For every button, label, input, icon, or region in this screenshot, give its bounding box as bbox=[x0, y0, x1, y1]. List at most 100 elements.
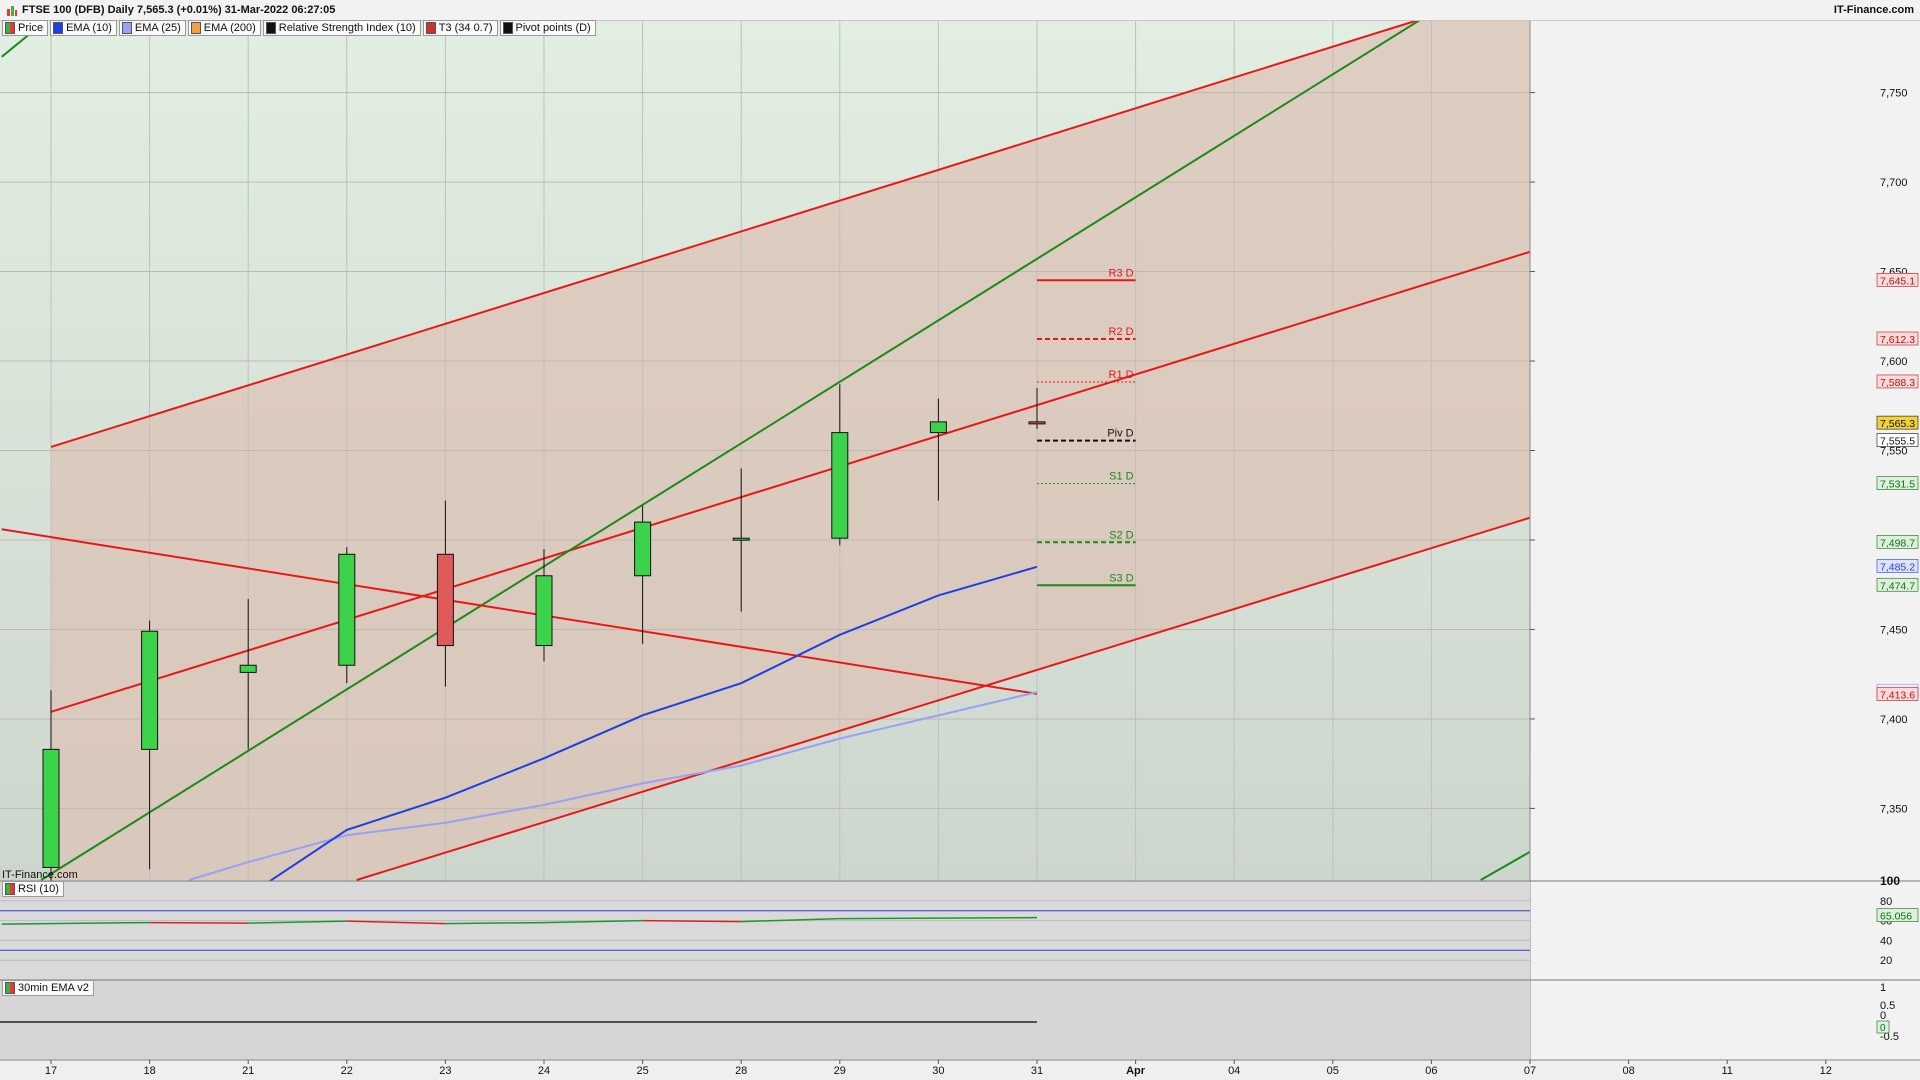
price-tag-label: 7,612.3 bbox=[1880, 334, 1915, 346]
pivot-label: R3 D bbox=[1109, 267, 1134, 279]
candle-body bbox=[535, 575, 553, 647]
x-tick-label: 29 bbox=[834, 1065, 846, 1077]
ema30-tick-label: 0 bbox=[1880, 1010, 1886, 1022]
rsi-line-segment bbox=[642, 919, 742, 923]
legend-swatch-icon bbox=[502, 22, 513, 34]
ema30-panel-label[interactable]: 30min EMA v2 bbox=[2, 980, 94, 996]
ema30-tick-label: 1 bbox=[1880, 982, 1886, 994]
y-tick-label: 7,750 bbox=[1880, 88, 1908, 100]
y-tick-label: 7,600 bbox=[1880, 356, 1908, 368]
pivot-label: R1 D bbox=[1109, 369, 1134, 381]
legend-swatch-icon bbox=[190, 22, 201, 34]
candle-body bbox=[831, 432, 849, 539]
legend-label: Price bbox=[18, 22, 44, 34]
x-tick-label: Apr bbox=[1126, 1065, 1146, 1077]
x-tick-label: 11 bbox=[1721, 1065, 1732, 1077]
legend-label: EMA (10) bbox=[66, 22, 112, 34]
price-tag-label: 7,498.7 bbox=[1880, 537, 1915, 549]
x-tick-label: 04 bbox=[1228, 1065, 1240, 1077]
ema30-panel-label-text: 30min EMA v2 bbox=[18, 982, 89, 994]
y-tick-label: 7,450 bbox=[1880, 624, 1908, 636]
pivot-label: S2 D bbox=[1109, 529, 1134, 541]
candle-body bbox=[338, 553, 356, 666]
rsi-swatch-icon bbox=[5, 883, 15, 895]
chart-title-bar: FTSE 100 (DFB) Daily 7,565.3 (+0.01%) 31… bbox=[0, 0, 1920, 21]
candle-body bbox=[1028, 421, 1046, 425]
price-tag-label: 7,555.5 bbox=[1880, 436, 1915, 448]
candle-body bbox=[929, 421, 947, 434]
pivot-label: S1 D bbox=[1109, 471, 1134, 483]
watermark: IT-Finance.com bbox=[2, 869, 78, 881]
rsi-value-label: 65.056 bbox=[1880, 911, 1912, 923]
price-tag-label: 7,413.6 bbox=[1880, 690, 1915, 702]
rsi-tick-label: 80 bbox=[1880, 896, 1892, 908]
price-axis-background bbox=[1530, 21, 1920, 1060]
ema30-swatch-icon bbox=[5, 982, 15, 994]
candle-body bbox=[634, 521, 652, 577]
legend-label: EMA (200) bbox=[203, 22, 256, 34]
x-tick-label: 25 bbox=[636, 1065, 648, 1077]
price-tag-label: 7,531.5 bbox=[1880, 479, 1915, 491]
rsi-panel-label-text: RSI (10) bbox=[18, 883, 59, 895]
pivot-label: Piv D bbox=[1107, 428, 1133, 440]
rsi-tick-label: 100 bbox=[1880, 874, 1900, 888]
x-tick-label: 05 bbox=[1327, 1065, 1339, 1077]
rsi-line-segment bbox=[445, 921, 545, 925]
legend-label: T3 (34 0.7) bbox=[438, 22, 493, 34]
legend-swatch-icon bbox=[121, 22, 132, 34]
legend-label: Pivot points (D) bbox=[515, 22, 591, 34]
x-tick-label: 24 bbox=[538, 1065, 550, 1077]
chart-canvas[interactable]: R3 D R2 D R1 D Piv D S1 D S2 D S3 D 7,350 7,400 7… bbox=[0, 0, 1920, 1080]
price-tag-label: 7,645.1 bbox=[1880, 275, 1915, 287]
y-tick-label: 7,400 bbox=[1880, 714, 1908, 726]
x-tick-label: 17 bbox=[45, 1065, 57, 1077]
legend-label: Relative Strength Index (10) bbox=[278, 22, 416, 34]
x-tick-label: 31 bbox=[1031, 1065, 1043, 1077]
x-tick-label: 22 bbox=[341, 1065, 353, 1077]
legend-item-pivot-points-d[interactable]: Pivot points (D) bbox=[499, 20, 596, 36]
x-tick-label: 07 bbox=[1524, 1065, 1536, 1077]
x-tick-label: 18 bbox=[143, 1065, 155, 1077]
legend-swatch-icon bbox=[425, 22, 436, 34]
brand-label: IT-Finance.com bbox=[1833, 4, 1914, 16]
x-tick-label: 23 bbox=[439, 1065, 451, 1077]
ema30-value-label: 0 bbox=[1880, 1023, 1886, 1034]
y-tick-label: 7,700 bbox=[1880, 177, 1908, 189]
legend-item-t3-34-0-7[interactable]: T3 (34 0.7) bbox=[422, 20, 498, 36]
legend-swatch-icon bbox=[265, 22, 276, 34]
app-logo-icon bbox=[6, 4, 18, 16]
rsi-tick-label: 40 bbox=[1880, 935, 1892, 947]
price-tag-label: 7,485.2 bbox=[1880, 561, 1915, 573]
legend-swatch-icon bbox=[53, 22, 64, 34]
x-tick-label: 06 bbox=[1425, 1065, 1437, 1077]
rsi-panel-background bbox=[0, 881, 1530, 980]
legend-swatch-icon bbox=[5, 22, 15, 34]
rsi-tick-label: 20 bbox=[1880, 955, 1892, 967]
x-tick-label: 30 bbox=[932, 1065, 944, 1077]
legend-item-ema-10[interactable]: EMA (10) bbox=[50, 20, 117, 36]
y-tick-label: 7,350 bbox=[1880, 803, 1908, 815]
price-tag-label: 7,474.7 bbox=[1880, 580, 1915, 592]
candle-body bbox=[732, 537, 750, 541]
candle-body bbox=[42, 748, 60, 868]
pivot-label: R2 D bbox=[1109, 326, 1134, 338]
candle-body bbox=[436, 553, 454, 647]
candle-body bbox=[141, 630, 159, 750]
price-tag-label: 7,588.3 bbox=[1880, 377, 1915, 389]
chart-title: FTSE 100 (DFB) Daily 7,565.3 (+0.01%) 31… bbox=[22, 4, 336, 16]
rsi-panel-label[interactable]: RSI (10) bbox=[2, 881, 64, 897]
legend-item-ema-200[interactable]: EMA (200) bbox=[187, 20, 261, 36]
ema30-panel-background bbox=[0, 980, 1530, 1060]
legend-item-ema-25[interactable]: EMA (25) bbox=[118, 20, 186, 36]
legend-item-relative-strength-index-10[interactable]: Relative Strength Index (10) bbox=[262, 20, 421, 36]
legend-item-price[interactable]: Price bbox=[2, 20, 49, 36]
legend-label: EMA (25) bbox=[134, 22, 181, 34]
price-tag-label: 7,565.3 bbox=[1880, 418, 1915, 430]
pivot-label: S3 D bbox=[1109, 572, 1134, 584]
candle-body bbox=[239, 664, 257, 673]
x-tick-label: 12 bbox=[1820, 1065, 1832, 1077]
x-tick-label: 21 bbox=[242, 1065, 254, 1077]
indicator-legend: Price EMA (10) EMA (25) EMA (200) Relative S… bbox=[2, 20, 596, 36]
x-tick-label: 08 bbox=[1622, 1065, 1634, 1077]
x-tick-label: 28 bbox=[735, 1065, 747, 1077]
